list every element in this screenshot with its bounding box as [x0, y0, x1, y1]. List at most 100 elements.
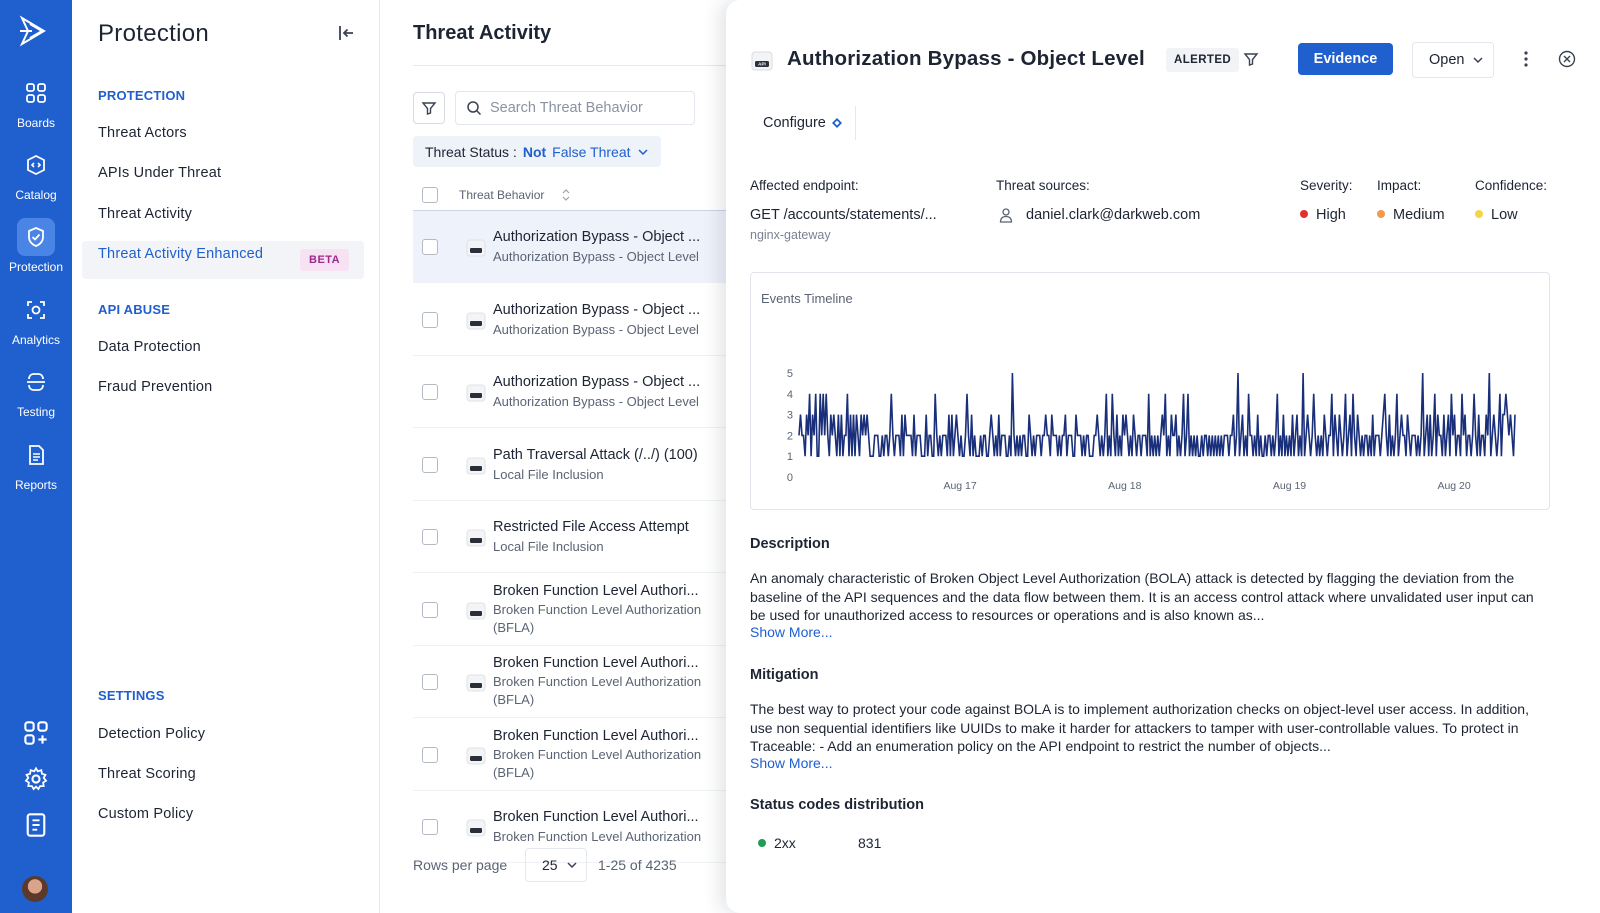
rail-item-boards[interactable]: Boards	[0, 72, 72, 144]
events-series-line	[798, 372, 1516, 457]
table-row[interactable]: Authorization Bypass - Object ... Authori…	[413, 356, 743, 428]
status-code-count: 831	[858, 835, 882, 851]
threat-activity-list: Threat Activity Threat Status : Not Fals…	[380, 0, 743, 913]
api-icon	[466, 529, 486, 547]
shield-icon	[28, 227, 44, 247]
evidence-button[interactable]: Evidence	[1298, 43, 1393, 75]
impact-value: Medium	[1377, 207, 1445, 223]
mitigation-text: The best way to protect your code agains…	[750, 701, 1529, 754]
table-row[interactable]: Authorization Bypass - Object ... Authori…	[413, 284, 743, 356]
rail-item-protection[interactable]: Protection	[0, 216, 72, 288]
nav-item-threat-activity-enhanced[interactable]: Threat Activity Enhanced	[98, 246, 263, 262]
chevron-down-icon	[1473, 57, 1484, 64]
docs-icon[interactable]	[23, 812, 49, 838]
nav-item-threat-scoring[interactable]: Threat Scoring	[98, 766, 196, 782]
x-tick-label: Aug 18	[1108, 480, 1141, 492]
more-options-icon[interactable]	[1518, 50, 1534, 68]
sort-icon[interactable]	[561, 188, 571, 202]
table-row[interactable]: Authorization Bypass - Object ... Authori…	[413, 211, 743, 283]
nav-section-protection: PROTECTION	[98, 88, 186, 103]
user-icon	[999, 208, 1013, 223]
nav-section-api-abuse: API ABUSE	[98, 302, 171, 317]
search-box[interactable]	[455, 91, 695, 125]
table-row[interactable]: Broken Function Level Authori... Broken F…	[413, 719, 743, 791]
nav-item-data-protection[interactable]: Data Protection	[98, 339, 201, 355]
status-code: 2xx	[774, 835, 796, 851]
rows-per-page-select[interactable]: 25	[525, 848, 587, 882]
search-input[interactable]	[490, 100, 680, 116]
table-row[interactable]: Restricted File Access Attempt Local File…	[413, 501, 743, 573]
add-widget-icon[interactable]	[23, 720, 49, 746]
row-subtitle-line: Authorization Bypass - Object Level	[493, 394, 699, 409]
table-row[interactable]: Broken Function Level Authori... Broken F…	[413, 574, 743, 646]
y-tick-label: 4	[787, 389, 793, 401]
gear-icon[interactable]	[23, 766, 49, 792]
nav-item-threat-actors[interactable]: Threat Actors	[98, 125, 187, 141]
row-subtitle-line: (BFLA)	[493, 692, 535, 707]
threat-source[interactable]: daniel.clark@darkweb.com	[998, 207, 1200, 223]
beta-badge: BETA	[300, 249, 350, 271]
status-filter-value: False Threat	[552, 143, 631, 160]
app-logo-icon[interactable]	[18, 14, 52, 48]
impact-dot	[1377, 210, 1385, 219]
affected-endpoint-value[interactable]: GET /accounts/statements/...	[750, 207, 937, 223]
rail-item-analytics[interactable]: Analytics	[0, 289, 72, 361]
filter-icon	[421, 102, 437, 115]
events-timeline-card: Events Timeline 0 1 2 3 4 5 Aug 17 Aug 18 Aug 19…	[750, 272, 1550, 510]
row-title: Authorization Bypass - Object ...	[493, 374, 701, 390]
rail-item-testing[interactable]: Testing	[0, 361, 72, 433]
row-checkbox[interactable]	[422, 674, 438, 690]
user-avatar[interactable]	[22, 876, 48, 902]
row-checkbox[interactable]	[422, 601, 438, 618]
affected-endpoint-label: Affected endpoint:	[750, 178, 859, 193]
threat-status-filter[interactable]: Threat Status : Not False Threat	[413, 136, 661, 167]
row-checkbox[interactable]	[422, 311, 438, 328]
row-checkbox[interactable]	[422, 529, 438, 545]
mitigation-show-more[interactable]: Show More...	[750, 755, 832, 771]
rail-item-catalog[interactable]: Catalog	[0, 144, 72, 216]
row-checkbox[interactable]	[422, 239, 438, 255]
nav-item-fraud-prevention[interactable]: Fraud Prevention	[98, 379, 212, 395]
protection-nav: Protection PROTECTION Threat Actors APIs…	[72, 0, 380, 913]
x-tick-label: Aug 17	[943, 480, 976, 492]
row-checkbox[interactable]	[422, 746, 438, 763]
table-row[interactable]: Path Traversal Attack (/../) (100) Local …	[413, 429, 743, 501]
pagination-range: 1-25 of 4235	[598, 857, 677, 873]
api-icon	[466, 239, 486, 257]
collapse-panel-icon[interactable]	[336, 23, 356, 43]
row-title: Broken Function Level Authori...	[493, 582, 699, 599]
table-row[interactable]: Broken Function Level Authori... Broken F…	[413, 646, 743, 718]
row-checkbox[interactable]	[422, 456, 438, 473]
y-tick-label: 1	[787, 451, 793, 463]
nav-section-settings: SETTINGS	[98, 688, 165, 703]
column-header-threat-behavior[interactable]: Threat Behavior	[459, 188, 544, 202]
status-badge: ALERTED	[1166, 48, 1240, 72]
state-select[interactable]: Open	[1412, 42, 1494, 78]
filter-icon[interactable]	[1243, 51, 1259, 67]
api-icon	[466, 747, 486, 764]
row-title: Restricted File Access Attempt	[493, 519, 689, 535]
events-timeline-chart: 0 1 2 3 4 5 Aug 17 Aug 18 Aug 19 Aug 20	[787, 368, 1516, 492]
y-tick-label: 5	[787, 368, 793, 380]
row-checkbox[interactable]	[422, 819, 438, 835]
confidence-value: Low	[1475, 207, 1518, 223]
close-icon[interactable]	[1558, 50, 1576, 68]
row-subtitle-line: Broken Function Level Authorization	[493, 829, 702, 844]
testing-icon	[27, 373, 45, 391]
configure-button[interactable]: Configure	[750, 106, 856, 140]
row-subtitle-line: (BFLA)	[493, 764, 535, 780]
divider	[413, 65, 743, 66]
description-show-more[interactable]: Show More...	[750, 624, 832, 640]
nav-item-threat-activity[interactable]: Threat Activity	[98, 206, 192, 222]
nav-item-custom-policy[interactable]: Custom Policy	[98, 806, 193, 822]
api-icon	[466, 312, 486, 329]
filter-button[interactable]	[413, 92, 445, 124]
select-all-checkbox[interactable]	[422, 187, 438, 203]
api-icon	[466, 602, 486, 619]
status-filter-key: Threat Status :	[425, 143, 517, 160]
nav-item-detection-policy[interactable]: Detection Policy	[98, 726, 205, 742]
detail-title: Authorization Bypass - Object Level	[787, 47, 1145, 70]
row-checkbox[interactable]	[422, 384, 438, 400]
rail-item-reports[interactable]: Reports	[0, 434, 72, 506]
nav-item-apis-under-threat[interactable]: APIs Under Threat	[98, 165, 221, 181]
